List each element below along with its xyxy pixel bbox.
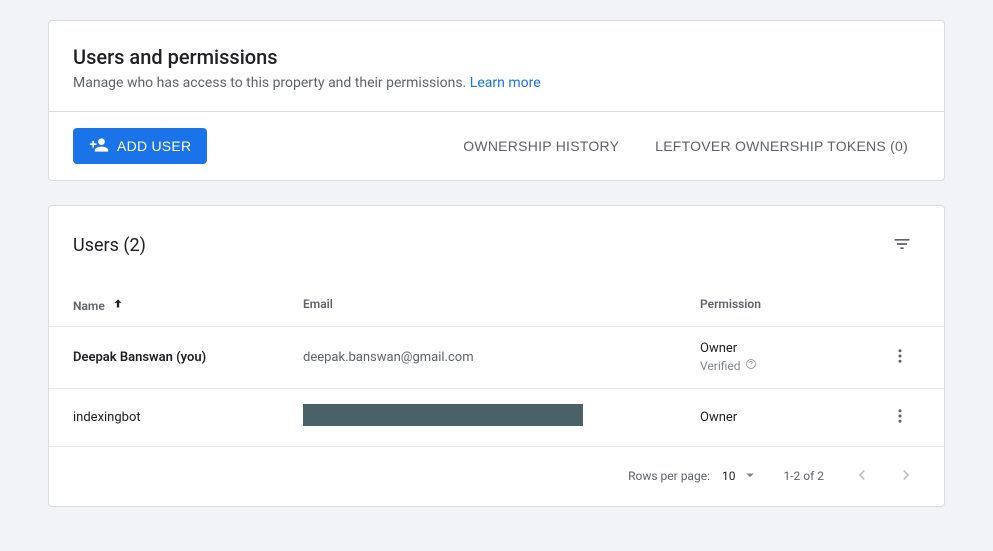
help-icon[interactable]: [745, 358, 757, 373]
table-row: Deepak Banswan (you) deepak.banswan@gmai…: [49, 326, 944, 388]
page-nav: [848, 461, 920, 492]
more-vert-icon: [891, 413, 909, 428]
table-row: indexingbot Owner: [49, 388, 944, 446]
toolbar: ADD USER OWNERSHIP HISTORY LEFTOVER OWNE…: [49, 111, 944, 180]
users-table-card: Users (2) Name Email Permission Deepak B…: [48, 205, 945, 507]
column-email-label: Email: [303, 297, 333, 311]
cell-permission: Owner: [700, 410, 880, 425]
column-header-email[interactable]: Email: [303, 297, 700, 314]
table-footer: Rows per page: 10 1-2 of 2: [49, 446, 944, 506]
rows-per-value: 10: [722, 469, 736, 483]
chevron-right-icon: [896, 473, 916, 488]
row-menu-button[interactable]: [887, 343, 913, 372]
subtitle-text: Manage who has access to this property a…: [73, 75, 470, 91]
cell-actions: [880, 343, 920, 372]
verified-label: Verified: [700, 359, 741, 373]
filter-button[interactable]: [884, 226, 920, 265]
chevron-left-icon: [852, 473, 872, 488]
header-card: Users and permissions Manage who has acc…: [48, 20, 945, 181]
column-name-label: Name: [73, 299, 105, 313]
sort-ascending-icon: [111, 297, 125, 314]
more-vert-icon: [891, 353, 909, 368]
prev-page-button[interactable]: [848, 461, 876, 492]
table-head-row: Name Email Permission: [49, 281, 944, 326]
rows-per-select[interactable]: 10: [722, 466, 760, 487]
permission-value: Owner: [700, 410, 880, 425]
cell-email: [303, 404, 700, 430]
cell-email: deepak.banswan@gmail.com: [303, 350, 700, 365]
table-title: Users (2): [73, 235, 146, 256]
learn-more-link[interactable]: Learn more: [470, 75, 541, 91]
rows-per-page: Rows per page: 10: [628, 466, 759, 487]
permission-value: Owner: [700, 341, 880, 356]
column-header-actions: [880, 297, 920, 314]
person-add-icon: [89, 135, 109, 158]
page-title: Users and permissions: [73, 45, 920, 69]
redacted-email: [303, 404, 583, 426]
cell-name: Deepak Banswan (you): [73, 350, 303, 365]
verified-badge: Verified: [700, 358, 757, 373]
table-header: Users (2): [49, 206, 944, 281]
page-subtitle: Manage who has access to this property a…: [73, 75, 920, 91]
add-user-button[interactable]: ADD USER: [73, 128, 207, 164]
column-permission-label: Permission: [700, 297, 761, 311]
ownership-history-button[interactable]: OWNERSHIP HISTORY: [451, 130, 631, 162]
next-page-button[interactable]: [892, 461, 920, 492]
cell-actions: [880, 403, 920, 432]
filter-icon: [892, 242, 912, 257]
column-header-name[interactable]: Name: [73, 297, 303, 314]
add-user-label: ADD USER: [117, 138, 191, 154]
rows-per-label: Rows per page:: [628, 469, 710, 483]
leftover-tokens-button[interactable]: LEFTOVER OWNERSHIP TOKENS (0): [643, 130, 920, 162]
column-header-permission[interactable]: Permission: [700, 297, 880, 314]
cell-permission: Owner Verified: [700, 341, 880, 374]
page-range: 1-2 of 2: [783, 469, 824, 483]
dropdown-icon: [741, 466, 759, 487]
card-header: Users and permissions Manage who has acc…: [49, 21, 944, 111]
row-menu-button[interactable]: [887, 403, 913, 432]
cell-name: indexingbot: [73, 410, 303, 425]
